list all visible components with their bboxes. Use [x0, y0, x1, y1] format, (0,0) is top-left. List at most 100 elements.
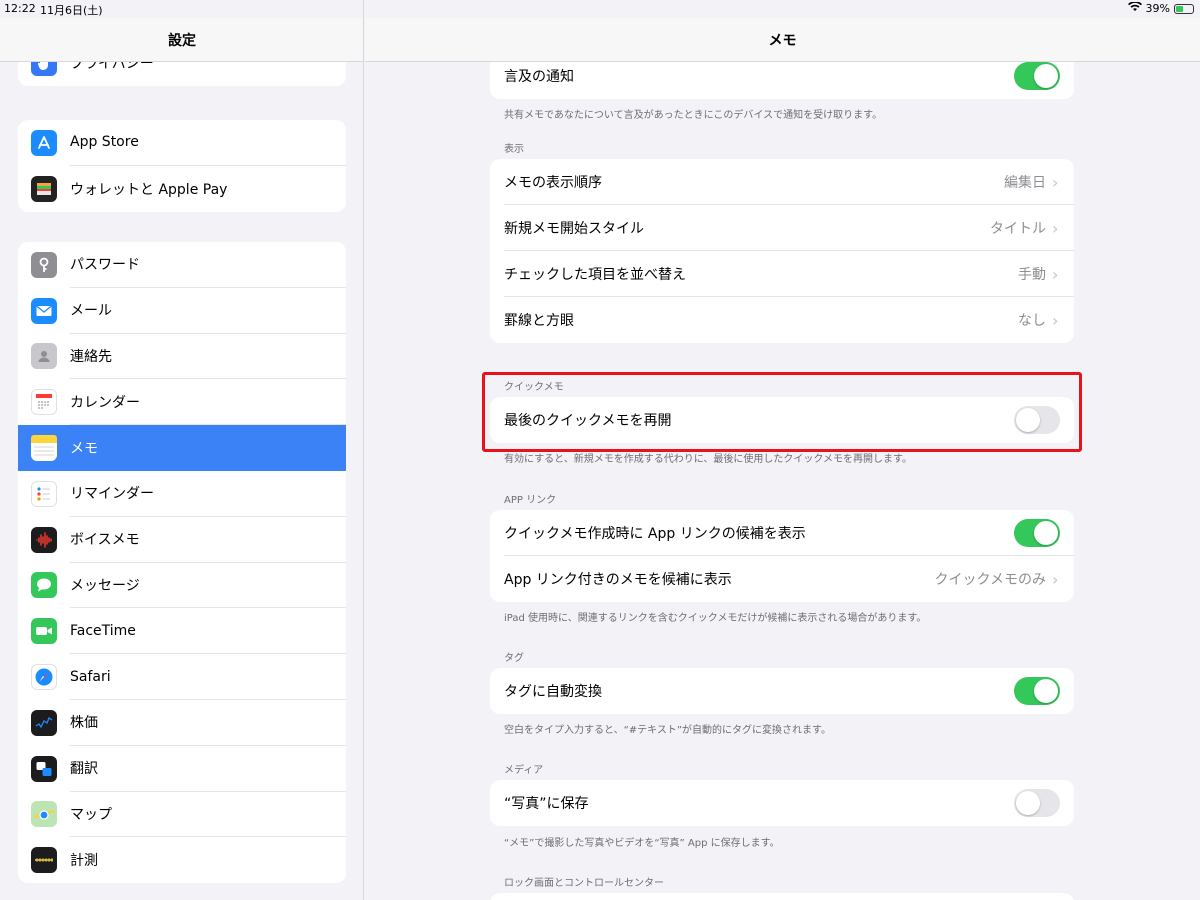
- toggle-knob: [1034, 521, 1058, 545]
- quick-note-caption: 有効にすると、新規メモを作成する代わりに、最後に使用したクイックメモを再開します…: [504, 454, 912, 465]
- tags-caption: 空白をタイプ入力すると、“#テキスト”が自動的にタグに変換されます。: [504, 725, 832, 736]
- chevron-right-icon: ›: [1052, 172, 1059, 192]
- toggle-knob: [1034, 64, 1058, 88]
- sidebar-item-passwords[interactable]: パスワード: [18, 242, 346, 288]
- row-label: 罫線と方眼: [504, 313, 574, 329]
- row-value: 手動: [1018, 267, 1046, 283]
- row-value: なし: [1018, 313, 1046, 329]
- lock-screen-group: [490, 893, 1074, 900]
- toggle-knob: [1034, 679, 1058, 703]
- status-time: 12:22: [4, 2, 36, 15]
- sidebar-item-messages[interactable]: メッセージ: [18, 563, 346, 609]
- sidebar-item-safari[interactable]: Safari: [18, 654, 346, 700]
- voice-memo-icon: [31, 526, 57, 553]
- sidebar-item-label: 計測: [70, 853, 98, 870]
- sidebar-item-notes[interactable]: メモ: [18, 425, 346, 471]
- sidebar-item-label: リマインダー: [70, 471, 346, 517]
- sidebar-item-label: メッセージ: [70, 563, 346, 609]
- save-to-photos-label: “写真”に保存: [504, 796, 589, 812]
- sidebar-item-voice-memos[interactable]: ボイスメモ: [18, 517, 346, 563]
- sidebar-item-label: 連絡先: [70, 334, 346, 380]
- app-links-caption: iPad 使用時に、関連するリンクを含むクイックメモだけが候補に表示される場合が…: [504, 613, 927, 624]
- sidebar-title: 設定: [0, 18, 363, 62]
- app-links-section-header: APP リンク: [504, 495, 557, 506]
- wifi-icon: [1127, 1, 1142, 15]
- translate-icon: [31, 755, 57, 782]
- sidebar-item-maps[interactable]: マップ: [18, 792, 346, 838]
- safari-icon: [31, 664, 57, 691]
- sidebar-item-label: マップ: [70, 792, 346, 838]
- auto-convert-tags-toggle[interactable]: [1014, 677, 1060, 705]
- sidebar-group-apps: パスワード メール 連絡先 カレンダー メモ リマインダー ボイスメモ メッセー…: [18, 242, 346, 884]
- chevron-right-icon: ›: [1052, 310, 1059, 330]
- tags-section-header: タグ: [504, 653, 524, 664]
- row-value: クイックメモのみ: [934, 572, 1046, 588]
- sidebar-item-label: FaceTime: [70, 608, 346, 655]
- facetime-icon: [31, 618, 57, 645]
- chevron-right-icon: ›: [1052, 264, 1059, 284]
- sidebar-item-reminders[interactable]: リマインダー: [18, 471, 346, 517]
- lines-grids-row[interactable]: 罫線と方眼 なし ›: [490, 297, 1074, 343]
- sidebar-item-calendar[interactable]: カレンダー: [18, 379, 346, 426]
- notes-with-app-links-row[interactable]: App リンク付きのメモを候補に表示 クイックメモのみ ›: [490, 556, 1074, 602]
- sidebar-item-translate[interactable]: 翻訳: [18, 746, 346, 792]
- contacts-icon: [31, 343, 57, 370]
- sidebar-item-contacts[interactable]: 連絡先: [18, 334, 346, 380]
- sidebar-item-label: ボイスメモ: [70, 517, 346, 563]
- note-sort-order-row[interactable]: メモの表示順序 編集日 ›: [490, 159, 1074, 205]
- sidebar-item-label: 株価: [70, 700, 346, 746]
- mention-notification-toggle[interactable]: [1014, 62, 1060, 90]
- app-link-suggestions-toggle[interactable]: [1014, 519, 1060, 547]
- maps-icon: [31, 801, 57, 828]
- status-right: 39%: [1127, 1, 1194, 15]
- status-bar: 12:22 11月6日(土) 39%: [0, 0, 1200, 18]
- row-value: タイトル: [990, 221, 1046, 237]
- save-to-photos-toggle[interactable]: [1014, 789, 1060, 817]
- row-value: 編集日: [1004, 175, 1046, 191]
- sidebar-item-facetime[interactable]: FaceTime: [18, 608, 346, 655]
- sidebar-item-label: ウォレットと Apple Pay: [70, 181, 228, 198]
- row-label: メモの表示順序: [504, 175, 602, 191]
- calendar-icon: [31, 389, 57, 416]
- highlight-box: [482, 372, 1082, 452]
- media-group: “写真”に保存: [490, 780, 1074, 826]
- sidebar-item-measure[interactable]: 計測: [18, 837, 346, 883]
- toggle-knob: [1016, 791, 1040, 815]
- tags-group: タグに自動変換: [490, 668, 1074, 714]
- sidebar-item-label: カレンダー: [70, 379, 346, 426]
- status-date: 11月6日(土): [40, 4, 103, 17]
- sidebar-item-label: App Store: [70, 120, 346, 166]
- battery-percent: 39%: [1145, 2, 1170, 15]
- sidebar-item-label: Safari: [70, 654, 346, 700]
- app-links-group: クイックメモ作成時に App リンクの候補を表示 App リンク付きのメモを候補…: [490, 510, 1074, 602]
- notes-icon: [31, 435, 57, 462]
- mention-caption: 共有メモであなたについて言及があったときにこのデバイスで通知を受け取ります。: [504, 110, 883, 121]
- auto-convert-tags-label: タグに自動変換: [504, 684, 602, 700]
- show-app-link-suggestions-row: クイックメモ作成時に App リンクの候補を表示: [490, 510, 1074, 556]
- lock-screen-section-header: ロック画面とコントロールセンター: [504, 878, 664, 889]
- chevron-right-icon: ›: [1052, 218, 1059, 238]
- row-label: App リンク付きのメモを候補に表示: [504, 572, 732, 588]
- sort-checked-items-row[interactable]: チェックした項目を並べ替え 手動 ›: [490, 251, 1074, 297]
- app-store-icon: [31, 129, 57, 156]
- new-note-style-row[interactable]: 新規メモ開始スタイル タイトル ›: [490, 205, 1074, 251]
- sidebar-item-label: メール: [70, 288, 346, 334]
- mention-notification-label: 言及の通知: [504, 69, 574, 85]
- row-label: クイックメモ作成時に App リンクの候補を表示: [504, 526, 806, 542]
- settings-sidebar: 設定 プライバシー App Store ウォレットと Apple Pay パスワ…: [0, 0, 364, 900]
- sidebar-item-stocks[interactable]: 株価: [18, 700, 346, 746]
- battery-icon: [1174, 3, 1194, 14]
- media-section-header: メディア: [504, 765, 544, 776]
- row-label: チェックした項目を並べ替え: [504, 267, 686, 283]
- sidebar-item-app-store[interactable]: App Store: [18, 120, 346, 166]
- sidebar-item-label: メモ: [70, 441, 98, 458]
- measure-icon: [31, 847, 57, 874]
- sidebar-group-store: App Store ウォレットと Apple Pay: [18, 120, 346, 212]
- sidebar-item-wallet[interactable]: ウォレットと Apple Pay: [18, 166, 346, 212]
- sidebar-item-label: 翻訳: [70, 746, 346, 792]
- stocks-icon: [31, 709, 57, 736]
- sidebar-item-mail[interactable]: メール: [18, 288, 346, 334]
- page-title: メモ: [365, 18, 1200, 62]
- save-to-photos-row: “写真”に保存: [490, 780, 1074, 826]
- sidebar-item-label: パスワード: [70, 242, 346, 288]
